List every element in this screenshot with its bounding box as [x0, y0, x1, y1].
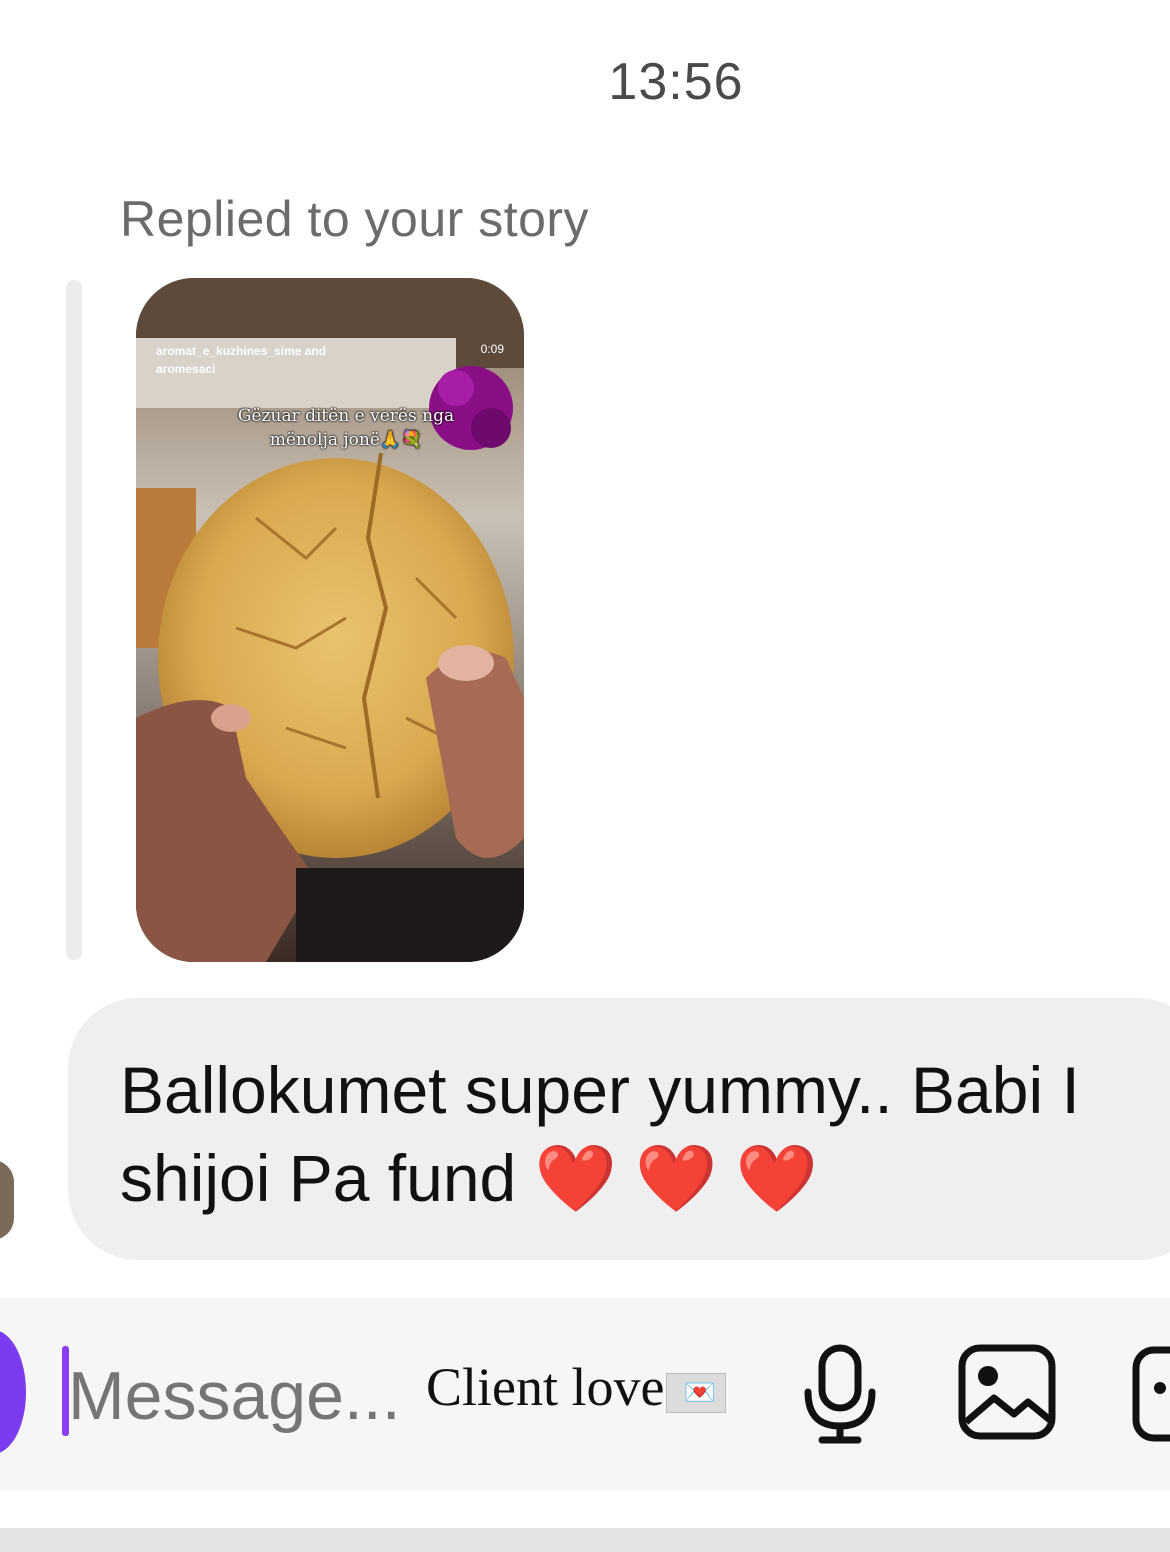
- heart-emoji: ❤️: [735, 1141, 818, 1215]
- sticker-icon[interactable]: [1130, 1344, 1170, 1444]
- story-duration: 0:09: [480, 342, 504, 356]
- story-caption: Gëzuar ditën e verës nga mënolja jonë🙏💐: [237, 406, 455, 450]
- sender-avatar[interactable]: [0, 1160, 14, 1240]
- heart-emoji: ❤️: [534, 1141, 617, 1215]
- client-love-overlay: Client love 💌: [426, 1356, 727, 1418]
- heart-emoji: ❤️: [635, 1141, 718, 1215]
- story-username: aromat_e_kuzhines_sime and aromesaci: [156, 344, 327, 376]
- story-preview[interactable]: aromat_e_kuzhines_sime and aromesaci 0:0…: [136, 278, 524, 962]
- message-input[interactable]: [68, 1356, 418, 1436]
- message-timestamp: 13:56: [608, 53, 744, 111]
- bottom-bar: [0, 1528, 1170, 1552]
- love-letter-icon: 💌: [666, 1372, 727, 1413]
- microphone-icon[interactable]: [800, 1342, 880, 1446]
- message-text: Ballokumet super yummy.. Babi I shijoi P…: [120, 1053, 1080, 1215]
- story-image: [136, 278, 524, 962]
- gallery-icon[interactable]: [956, 1342, 1058, 1442]
- story-reply-label: Replied to your story: [120, 191, 590, 247]
- reply-indicator-bar: [66, 280, 82, 960]
